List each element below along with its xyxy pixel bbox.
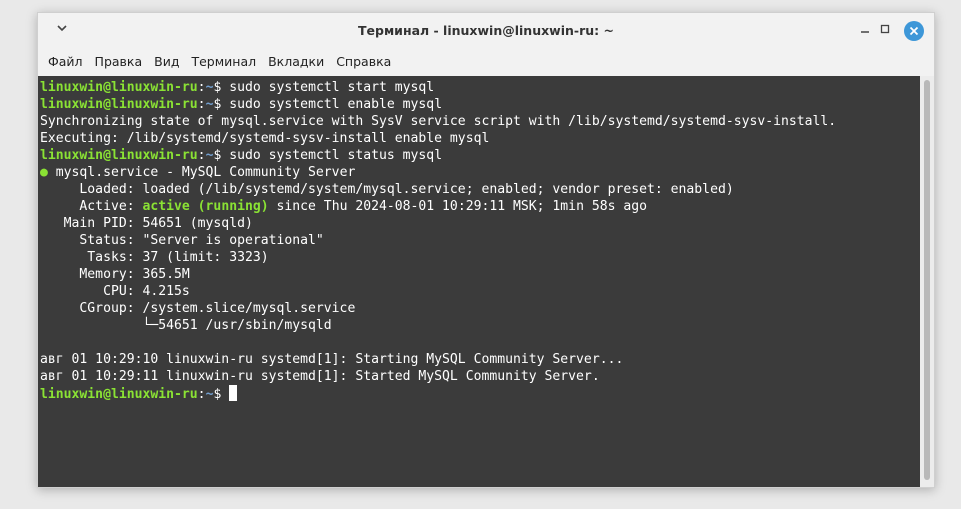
menu-help[interactable]: Справка xyxy=(330,49,397,75)
maximize-icon-svg xyxy=(880,24,890,34)
terminal-line: linuxwin@linuxwin-ru:~$ sudo systemctl s… xyxy=(40,80,435,95)
menu-edit[interactable]: Правка xyxy=(89,49,149,75)
active-status: active (running) xyxy=(142,199,269,214)
text-cursor xyxy=(229,385,238,401)
active-label: Active: xyxy=(40,199,143,214)
prompt-path: ~ xyxy=(205,80,214,95)
desktop: Терминал - linuxwin@linuxwin-ru: ~ Файл xyxy=(0,0,961,509)
prompt-path: ~ xyxy=(205,148,214,163)
active-since: since Thu 2024-08-01 10:29:11 MSK; 1min … xyxy=(268,199,648,214)
close-icon-svg xyxy=(909,26,919,36)
terminal-line: ● mysql.service - MySQL Community Server xyxy=(40,164,920,181)
title-bar[interactable]: Терминал - linuxwin@linuxwin-ru: ~ xyxy=(38,13,934,49)
close-icon[interactable] xyxy=(904,21,924,41)
prompt-path: ~ xyxy=(205,387,214,402)
terminal-line: авг 01 10:29:10 linuxwin-ru systemd[1]: … xyxy=(40,352,624,367)
terminal-line: Executing: /lib/systemd/systemd-sysv-ins… xyxy=(40,131,490,146)
terminal-line: CPU: 4.215s xyxy=(40,284,190,299)
terminal-window: Терминал - linuxwin@linuxwin-ru: ~ Файл xyxy=(37,12,935,488)
terminal-line: linuxwin@linuxwin-ru:~$ xyxy=(40,385,920,402)
scrollbar[interactable] xyxy=(920,76,934,487)
terminal-line: linuxwin@linuxwin-ru:~$ sudo systemctl s… xyxy=(40,148,443,163)
window-title: Терминал - linuxwin@linuxwin-ru: ~ xyxy=(358,23,614,38)
terminal-output[interactable]: linuxwin@linuxwin-ru:~$ sudo systemctl s… xyxy=(38,76,920,487)
terminal-line: Status: "Server is operational" xyxy=(40,233,324,248)
terminal-line: Active: active (running) since Thu 2024-… xyxy=(40,198,920,215)
minimize-icon-svg xyxy=(861,31,869,33)
terminal-line: Loaded: loaded (/lib/systemd/system/mysq… xyxy=(40,182,734,197)
command-text: sudo systemctl status mysql xyxy=(229,148,443,163)
terminal-line: CGroup: /system.slice/mysql.service xyxy=(40,301,356,316)
service-title: mysql.service - MySQL Community Server xyxy=(47,165,356,180)
terminal-line: Synchronizing state of mysql.service wit… xyxy=(40,114,837,129)
terminal-line: Main PID: 54651 (mysqld) xyxy=(40,216,253,231)
prompt-user: linuxwin@linuxwin-ru xyxy=(40,80,198,95)
terminal-line: └─54651 /usr/sbin/mysqld xyxy=(40,318,332,333)
maximize-icon[interactable] xyxy=(876,22,894,40)
prompt-path: ~ xyxy=(205,97,214,112)
prompt-user: linuxwin@linuxwin-ru xyxy=(40,148,198,163)
prompt-user: linuxwin@linuxwin-ru xyxy=(40,387,198,402)
menu-file[interactable]: Файл xyxy=(42,49,89,75)
menu-view[interactable]: Вид xyxy=(148,49,185,75)
menu-bar: Файл Правка Вид Терминал Вкладки Справка xyxy=(38,49,934,75)
terminal-line: Memory: 365.5M xyxy=(40,267,190,282)
status-dot-icon: ● xyxy=(40,165,48,180)
terminal-line: linuxwin@linuxwin-ru:~$ sudo systemctl e… xyxy=(40,97,443,112)
minimize-icon[interactable] xyxy=(856,22,874,40)
command-text: sudo systemctl enable mysql xyxy=(229,97,443,112)
terminal-line: Tasks: 37 (limit: 3323) xyxy=(40,250,269,265)
menu-tabs[interactable]: Вкладки xyxy=(262,49,330,75)
scrollbar-thumb[interactable] xyxy=(924,80,930,480)
prompt-user: linuxwin@linuxwin-ru xyxy=(40,97,198,112)
command-text: sudo systemctl start mysql xyxy=(229,80,435,95)
terminal-line: авг 01 10:29:11 linuxwin-ru systemd[1]: … xyxy=(40,369,600,384)
menu-terminal[interactable]: Терминал xyxy=(185,49,262,75)
